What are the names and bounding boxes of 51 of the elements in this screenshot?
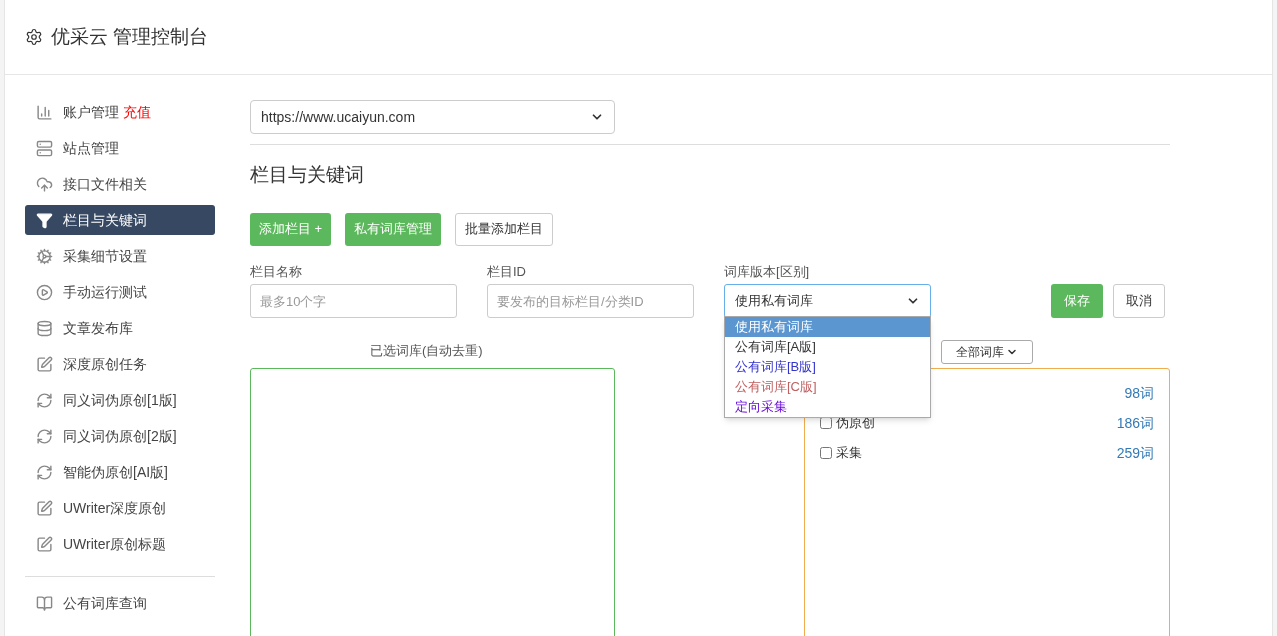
word-count: 259词 [1116,443,1154,463]
sidebar-item[interactable]: 手动运行测试 [25,277,215,307]
library-filter-select[interactable]: 全部词库 [941,340,1033,364]
word-count: 98词 [1124,383,1154,403]
cloud-upload-icon [36,175,53,193]
sidebar-item[interactable]: 站点管理 [25,133,215,163]
database-icon [36,319,53,337]
input-field[interactable]: 要发布的目标栏目/分类ID [487,284,694,318]
checkbox[interactable] [820,447,832,459]
pencil-square-icon [36,535,53,553]
sidebar-item[interactable]: 同义词伪原创[1版] [25,385,215,415]
sidebar-item[interactable]: 栏目与关键词 [25,205,215,235]
dropdown-option[interactable]: 定向采集 [725,396,930,417]
server-icon [36,139,53,157]
section-title: 栏目与关键词 [250,163,365,187]
sidebar-item[interactable]: 接口文件相关 [25,169,215,199]
refresh-icon [36,463,53,481]
dropdown-option[interactable]: 公有词库[A版] [725,336,930,357]
book-icon [36,594,53,612]
input-field[interactable]: 最多10个字 [250,284,457,318]
cancel-button[interactable]: 取消 [1113,284,1165,318]
refresh-icon [36,427,53,445]
dropdown-option[interactable]: 公有词库[C版] [725,376,930,397]
filter-icon [36,211,53,229]
site-select[interactable]: https://www.ucaiyun.com [250,100,615,134]
sidebar-item[interactable]: 深度原创任务 [25,349,215,379]
sidebar-item[interactable]: 采集细节设置 [25,241,215,271]
dropdown-option[interactable]: 公有词库[B版] [725,356,930,377]
play-icon [36,283,53,301]
bar-chart-icon [36,103,53,121]
pencil-square-icon [36,355,53,373]
sidebar-item[interactable]: UWriter原创标题 [25,529,215,559]
checkbox[interactable] [820,417,832,429]
sidebar-item[interactable]: 同义词伪原创[2版] [25,421,215,451]
field-label: 栏目ID [487,262,527,281]
refresh-icon [36,391,53,409]
header-title: 优采云 管理控制台 [51,24,209,49]
library-name: 采集 [836,444,862,463]
pencil-square-icon [36,499,53,517]
action-button[interactable]: 批量添加栏目 [455,212,554,246]
sidebar-item[interactable]: 账户管理 充值 [25,97,215,127]
field-label: 栏目名称 [250,262,303,281]
box-label: 已选词库(自动去重) [370,342,484,360]
word-count: 186词 [1116,413,1154,433]
settings-icon [25,28,43,46]
sidebar-item[interactable]: 智能伪原创[AI版] [25,457,215,487]
sidebar-item[interactable]: 公有词库查询 [25,588,215,618]
sidebar-item[interactable]: UWriter深度原创 [25,493,215,523]
gear-icon [36,247,53,265]
sidebar-item[interactable]: 文章发布库 [25,313,215,343]
field-label: 词库版本[区别] [724,262,811,281]
